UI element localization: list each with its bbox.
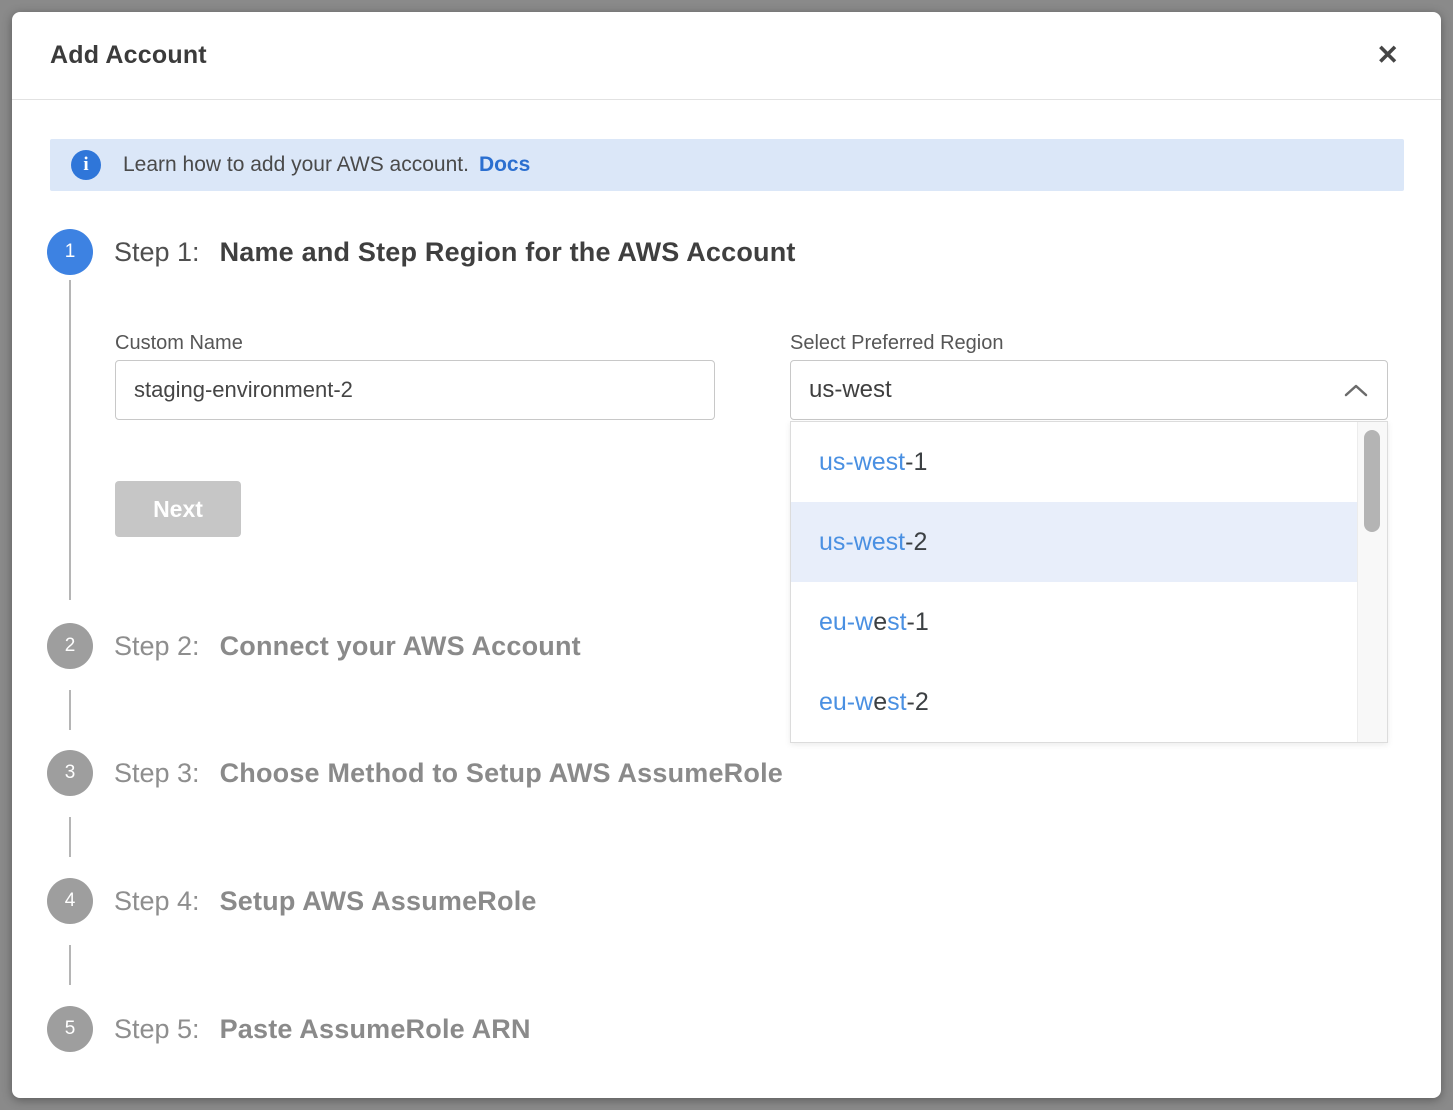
step-1-label: Step 1:: [114, 237, 200, 268]
step-connector: [69, 945, 71, 985]
step-2-badge: 2: [47, 623, 93, 669]
step-4-label: Step 4:: [114, 886, 200, 917]
dropdown-scrollbar-thumb[interactable]: [1364, 430, 1380, 532]
step-3-title: Choose Method to Setup AWS AssumeRole: [220, 758, 783, 789]
page-title: Add Account: [50, 41, 207, 70]
option-rest-text: -1: [907, 608, 929, 636]
region-option-us-west-1[interactable]: us-west-1: [791, 422, 1357, 502]
step-connector: [69, 690, 71, 730]
option-rest-text: -2: [905, 528, 927, 556]
region-dropdown: us-west-1 us-west-2 eu-west-1 eu-west-2: [790, 421, 1388, 743]
region-select[interactable]: us-west: [790, 360, 1388, 420]
step-4-title: Setup AWS AssumeRole: [220, 886, 537, 917]
option-match-text: eu-w: [819, 608, 873, 636]
step-connector: [69, 817, 71, 857]
info-banner: i Learn how to add your AWS account. Doc…: [50, 139, 1404, 191]
dropdown-scrollbar-track[interactable]: [1357, 422, 1387, 742]
close-icon[interactable]: ✕: [1372, 38, 1403, 73]
step-2-header[interactable]: 2 Step 2: Connect your AWS Account: [47, 623, 581, 669]
banner-text: Learn how to add your AWS account.: [123, 153, 469, 177]
info-icon: i: [71, 150, 101, 180]
step-5-badge: 5: [47, 1006, 93, 1052]
next-button[interactable]: Next: [115, 481, 241, 537]
custom-name-label: Custom Name: [115, 332, 243, 355]
step-connector: [69, 280, 71, 600]
step-4-badge: 4: [47, 878, 93, 924]
step-5-label: Step 5:: [114, 1014, 200, 1045]
add-account-modal: Add Account ✕ i Learn how to add your AW…: [12, 12, 1441, 1098]
step-2-title: Connect your AWS Account: [220, 631, 581, 662]
step-3-badge: 3: [47, 750, 93, 796]
step-5-header[interactable]: 5 Step 5: Paste AssumeRole ARN: [47, 1006, 531, 1052]
region-option-eu-west-1[interactable]: eu-west-1: [791, 582, 1357, 662]
option-match-text: us-west: [819, 528, 905, 556]
step-5-title: Paste AssumeRole ARN: [220, 1014, 531, 1045]
step-3-label: Step 3:: [114, 758, 200, 789]
region-option-eu-west-2[interactable]: eu-west-2: [791, 662, 1357, 742]
region-option-us-west-2[interactable]: us-west-2: [791, 502, 1357, 582]
option-rest-text: e: [873, 688, 887, 716]
custom-name-input[interactable]: [115, 360, 715, 420]
step-1-title: Name and Step Region for the AWS Account: [220, 237, 796, 268]
region-option-list: us-west-1 us-west-2 eu-west-1 eu-west-2: [791, 422, 1357, 742]
option-match-text: st: [887, 688, 906, 716]
region-select-value: us-west: [809, 376, 892, 404]
docs-link[interactable]: Docs: [479, 153, 530, 177]
option-rest-text: e: [873, 608, 887, 636]
step-1-badge: 1: [47, 229, 93, 275]
option-rest-text: -2: [907, 688, 929, 716]
step-1-header[interactable]: 1 Step 1: Name and Step Region for the A…: [47, 229, 796, 275]
modal-header: Add Account ✕: [12, 12, 1441, 100]
chevron-up-icon: [1343, 382, 1369, 398]
option-match-text: eu-w: [819, 688, 873, 716]
region-label: Select Preferred Region: [790, 332, 1003, 355]
option-rest-text: -1: [905, 448, 927, 476]
step-4-header[interactable]: 4 Step 4: Setup AWS AssumeRole: [47, 878, 537, 924]
step-2-label: Step 2:: [114, 631, 200, 662]
step-3-header[interactable]: 3 Step 3: Choose Method to Setup AWS Ass…: [47, 750, 783, 796]
option-match-text: st: [887, 608, 906, 636]
option-match-text: us-west: [819, 448, 905, 476]
